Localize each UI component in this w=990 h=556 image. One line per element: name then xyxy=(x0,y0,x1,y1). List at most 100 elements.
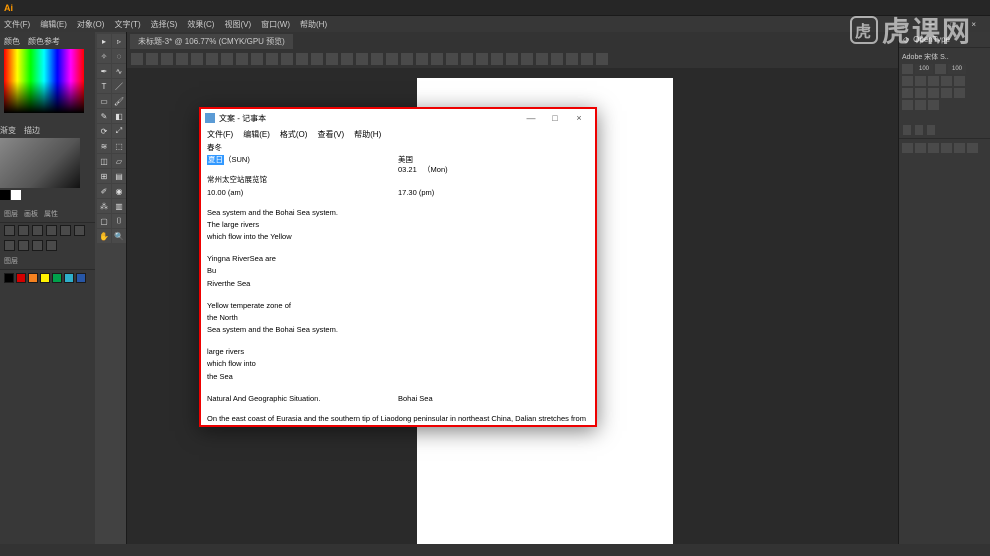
kerning-value[interactable]: 100 xyxy=(915,64,933,74)
lasso-tool[interactable]: ◌ xyxy=(112,49,126,63)
menu-edit[interactable]: 编辑(E) xyxy=(40,19,67,30)
char-btn[interactable] xyxy=(902,100,913,110)
swatch-red[interactable] xyxy=(16,273,26,283)
document-tab[interactable]: 未标题-3* @ 106.77% (CMYK/GPU 预览) xyxy=(130,34,293,49)
align-top-button[interactable] xyxy=(46,225,57,236)
ctrlbar-item[interactable] xyxy=(191,53,203,65)
para-align[interactable] xyxy=(902,143,913,153)
font-field[interactable]: Adobe 宋体 S.. xyxy=(902,52,949,62)
char-btn[interactable] xyxy=(902,88,913,98)
ctrlbar-item[interactable] xyxy=(236,53,248,65)
window-close-icon[interactable]: × xyxy=(971,20,976,29)
ctrlbar-item[interactable] xyxy=(476,53,488,65)
stroke-panel-tab[interactable]: 描边 xyxy=(24,125,40,136)
swatch-blue[interactable] xyxy=(76,273,86,283)
symbol-sprayer-tool[interactable]: ⁂ xyxy=(97,199,111,213)
align-middle-button[interactable] xyxy=(60,225,71,236)
ctrlbar-item[interactable] xyxy=(311,53,323,65)
ctrlbar-item[interactable] xyxy=(206,53,218,65)
np-menu-view[interactable]: 查看(V) xyxy=(317,129,344,140)
rotate-tool[interactable]: ⟳ xyxy=(97,124,111,138)
magic-wand-tool[interactable]: ✧ xyxy=(97,49,111,63)
char-btn[interactable] xyxy=(941,76,952,86)
properties-panel-tab[interactable]: 属性 xyxy=(44,209,58,219)
char-btn[interactable] xyxy=(941,88,952,98)
notepad-titlebar[interactable]: 文案 - 记事本 — □ × xyxy=(201,109,595,127)
notepad-window[interactable]: 文案 - 记事本 — □ × 文件(F) 编辑(E) 格式(O) 查看(V) 帮… xyxy=(199,107,597,427)
notepad-text-area[interactable]: 春冬 夏日（SUN) 美国 03.21 （Mon) 常州太空站展览馆 10.00… xyxy=(201,141,595,425)
ctrlbar-item[interactable] xyxy=(221,53,233,65)
swatch-green[interactable] xyxy=(52,273,62,283)
window-maximize-icon[interactable]: □ xyxy=(950,20,955,29)
eraser-tool[interactable]: ◧ xyxy=(112,109,126,123)
ctrlbar-item[interactable] xyxy=(296,53,308,65)
menu-window[interactable]: 窗口(W) xyxy=(261,19,290,30)
char-btn[interactable] xyxy=(915,76,926,86)
fill-stroke-swatches[interactable] xyxy=(0,190,95,200)
gradient-tool[interactable]: ▤ xyxy=(112,169,126,183)
ctrlbar-item[interactable] xyxy=(401,53,413,65)
window-minimize-icon[interactable]: — xyxy=(926,20,934,29)
pathfinder-exclude[interactable] xyxy=(46,240,57,251)
pathfinder-unite[interactable] xyxy=(4,240,15,251)
pencil-tool[interactable]: ✎ xyxy=(97,109,111,123)
pathfinder-minus[interactable] xyxy=(18,240,29,251)
swatch-orange[interactable] xyxy=(28,273,38,283)
ctrlbar-item[interactable] xyxy=(386,53,398,65)
char-btn[interactable] xyxy=(928,88,939,98)
char-btn[interactable] xyxy=(928,76,939,86)
ctrlbar-item[interactable] xyxy=(161,53,173,65)
ctrlbar-item[interactable] xyxy=(431,53,443,65)
ctrlbar-item[interactable] xyxy=(506,53,518,65)
zoom-tool[interactable]: 🔍 xyxy=(112,229,126,243)
menu-effect[interactable]: 效果(C) xyxy=(187,19,214,30)
np-menu-format[interactable]: 格式(O) xyxy=(280,129,308,140)
para-align[interactable] xyxy=(915,143,926,153)
align-left-button[interactable] xyxy=(4,225,15,236)
np-menu-edit[interactable]: 编辑(E) xyxy=(243,129,270,140)
ctrlbar-item[interactable] xyxy=(491,53,503,65)
ctrlbar-item[interactable] xyxy=(521,53,533,65)
column-graph-tool[interactable]: ▥ xyxy=(112,199,126,213)
swatch-cyan[interactable] xyxy=(64,273,74,283)
kerning-btn[interactable] xyxy=(902,64,913,74)
opentype-panel-title[interactable]: ◇ xyxy=(903,35,909,44)
para-align[interactable] xyxy=(941,143,952,153)
ctrlbar-item[interactable] xyxy=(536,53,548,65)
char-btn[interactable] xyxy=(928,100,939,110)
notepad-maximize-icon[interactable]: □ xyxy=(543,111,567,125)
artboard-tool[interactable]: ▢ xyxy=(97,214,111,228)
ctrlbar-item[interactable] xyxy=(281,53,293,65)
layers-panel-tab[interactable]: 图层 xyxy=(4,209,18,219)
menu-object[interactable]: 对象(O) xyxy=(77,19,105,30)
ctrlbar-item[interactable] xyxy=(176,53,188,65)
small-btn[interactable] xyxy=(903,125,911,135)
align-center-button[interactable] xyxy=(18,225,29,236)
align-right-button[interactable] xyxy=(32,225,43,236)
ctrlbar-item[interactable] xyxy=(266,53,278,65)
char-btn[interactable] xyxy=(954,76,965,86)
tracking-btn[interactable] xyxy=(935,64,946,74)
shape-builder-tool[interactable]: ◫ xyxy=(97,154,111,168)
ctrlbar-item[interactable] xyxy=(461,53,473,65)
menu-file[interactable]: 文件(F) xyxy=(4,19,30,30)
hand-tool[interactable]: ✋ xyxy=(97,229,111,243)
tracking-value[interactable]: 100 xyxy=(948,64,966,74)
slice-tool[interactable]: ⌷ xyxy=(112,214,126,228)
ctrlbar-item[interactable] xyxy=(551,53,563,65)
small-btn[interactable] xyxy=(927,125,935,135)
paintbrush-tool[interactable]: 🖌 xyxy=(112,94,126,108)
color-panel-tab[interactable]: 颜色 xyxy=(4,36,20,47)
ctrlbar-item[interactable] xyxy=(326,53,338,65)
type-tool[interactable]: T xyxy=(97,79,111,93)
menu-select[interactable]: 选择(S) xyxy=(151,19,178,30)
ctrlbar-item[interactable] xyxy=(566,53,578,65)
rectangle-tool[interactable]: ▭ xyxy=(97,94,111,108)
line-tool[interactable]: ／ xyxy=(112,79,126,93)
notepad-close-icon[interactable]: × xyxy=(567,111,591,125)
pen-tool[interactable]: ✒ xyxy=(97,64,111,78)
ctrlbar-item[interactable] xyxy=(446,53,458,65)
blend-tool[interactable]: ◉ xyxy=(112,184,126,198)
para-align[interactable] xyxy=(954,143,965,153)
ctrlbar-item[interactable] xyxy=(416,53,428,65)
